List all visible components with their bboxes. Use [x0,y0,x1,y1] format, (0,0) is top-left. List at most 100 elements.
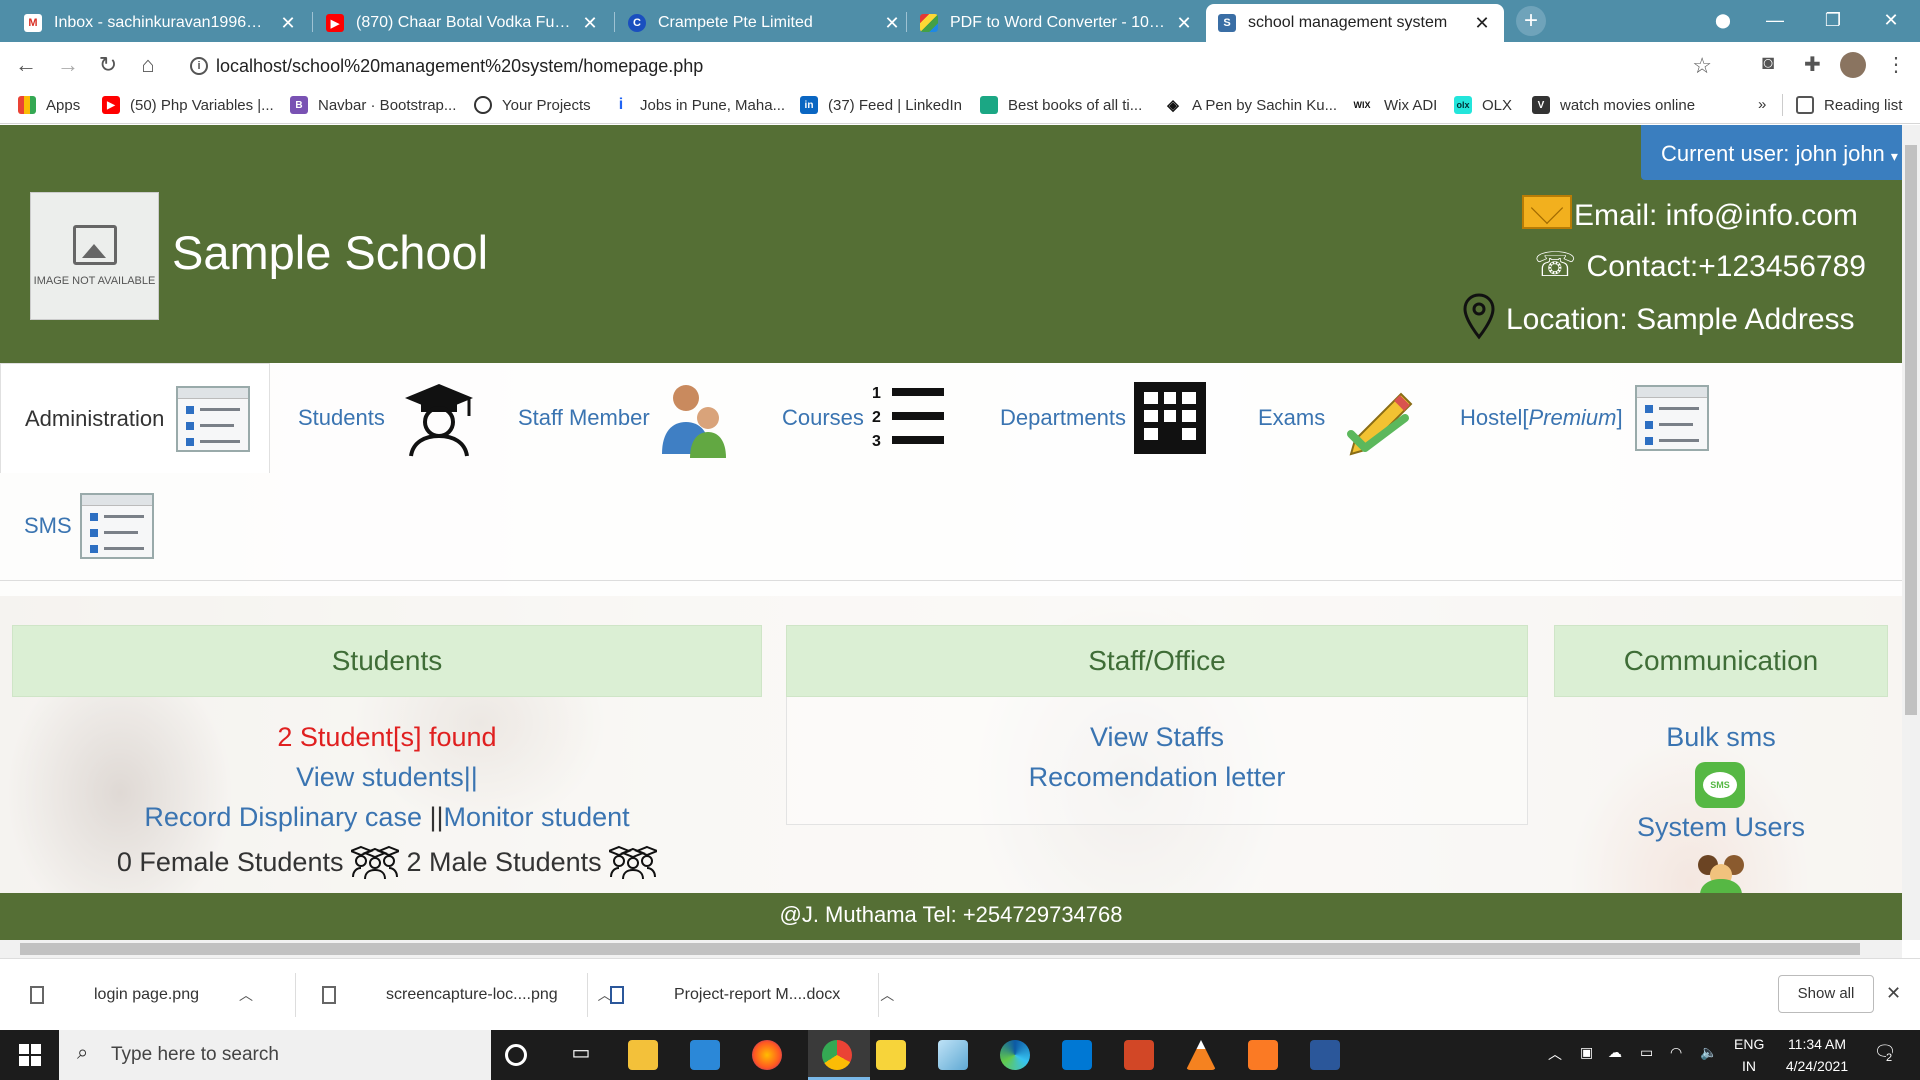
home-button[interactable]: ⌂ [132,50,164,80]
tab-pdf-converter[interactable]: PDF to Word Converter - 100% F ✕ [908,4,1206,42]
xampp-icon[interactable] [1248,1040,1278,1070]
taskbar-search-box[interactable]: ⌕ Type here to search [59,1030,491,1080]
bookmark-label: Apps [46,96,81,114]
youtube-icon: ▶ [326,14,344,32]
restore-button[interactable]: ❐ [1804,0,1862,40]
bookmark-label: OLX [1482,96,1513,114]
tab-search-icon[interactable]: ⬤ [1694,0,1752,40]
current-user-dropdown[interactable]: Current user: john john ▾ [1641,125,1902,180]
menu-hostel[interactable]: Hostel[Premium] [1460,377,1709,459]
close-window-button[interactable]: ✕ [1862,0,1920,40]
tab-gmail[interactable]: M Inbox - sachinkuravan1996@gma ✕ [12,4,310,42]
close-icon[interactable]: ✕ [1174,13,1194,34]
chevron-up-icon[interactable]: ︿ [239,985,253,1005]
minimize-button[interactable]: — [1746,0,1804,40]
vscode-icon[interactable] [1062,1040,1092,1070]
camera-icon[interactable]: ◙ [1762,52,1774,75]
close-icon[interactable]: ✕ [580,13,600,34]
bookmark-star-icon[interactable]: ☆ [1692,53,1712,79]
wifi-icon[interactable]: ◠ [1670,1044,1682,1061]
recommendation-letter-link[interactable]: Recomendation letter [786,762,1528,793]
list-icon [79,493,154,559]
menu-exams[interactable]: Exams [1258,377,1417,459]
menu-icon[interactable]: ⋮ [1886,52,1906,77]
monitor-student-link[interactable]: Monitor student [444,802,630,832]
bookmark-wix-adi[interactable]: WIX Wix ADI [1350,96,1437,114]
system-users-link[interactable]: System Users [1554,812,1888,843]
close-icon[interactable]: ✕ [882,13,902,34]
bookmark-best-books[interactable]: Best books of all ti... [980,96,1142,114]
onedrive-icon[interactable]: ☁ [1608,1044,1622,1061]
powerpoint-icon[interactable] [1124,1040,1154,1070]
vertical-scrollbar[interactable] [1902,125,1920,940]
sms-bubble-icon[interactable]: SMS [1695,762,1745,808]
show-all-downloads-button[interactable]: Show all [1778,975,1874,1013]
tab-school-management[interactable]: S school management system ✕ [1206,4,1504,42]
record-disciplinary-case-link[interactable]: Record Displinary case [144,802,422,832]
profile-avatar[interactable] [1840,52,1866,78]
mail-icon[interactable] [690,1040,720,1070]
extensions-icon[interactable]: ✚ [1804,52,1821,77]
volume-icon[interactable]: 🔈 [1700,1044,1717,1061]
more-bookmarks-button[interactable]: » [1758,96,1766,113]
bookmark-your-projects[interactable]: Your Projects [474,96,591,114]
download-item[interactable]: login page.png ︿ [0,975,253,1015]
battery-icon[interactable]: ▭ [1640,1044,1653,1061]
reload-button[interactable]: ↻ [92,50,124,80]
bookmark-codepen[interactable]: ◈ A Pen by Sachin Ku... [1164,96,1337,114]
site-info-icon[interactable]: i [190,57,208,75]
bookmark-php-variables[interactable]: ▶ (50) Php Variables |... [102,96,274,114]
menu-sms[interactable]: SMS [24,485,154,567]
download-item[interactable]: Project-report M....docx ︿ [580,975,894,1015]
bookmark-apps[interactable]: Apps [18,96,80,114]
notification-center-icon[interactable]: 🗨 2 [1870,1042,1900,1064]
bookmark-jobs-pune[interactable]: i Jobs in Pune, Maha... [612,96,785,114]
search-icon: ⌕ [77,1042,89,1064]
menu-staff-member[interactable]: Staff Member [518,377,736,459]
horizontal-scrollbar[interactable] [0,940,1902,958]
view-staffs-link[interactable]: View Staffs [786,722,1528,753]
tray-app-icon[interactable]: ▣ [1580,1044,1593,1061]
linkedin-icon: in [800,96,818,114]
close-icon[interactable]: ✕ [1472,13,1492,34]
app-icon[interactable] [938,1040,968,1070]
task-view-icon[interactable]: ▭ [566,1040,596,1070]
bookmark-olx[interactable]: olx OLX [1454,96,1512,114]
school-logo: IMAGE NOT AVAILABLE [30,192,159,320]
language-indicator[interactable]: ENG IN [1734,1036,1764,1074]
cortana-icon[interactable] [505,1044,527,1066]
firefox-icon[interactable] [752,1040,782,1070]
menu-students[interactable]: Students [298,377,479,459]
edge-icon[interactable] [1000,1040,1030,1070]
close-download-shelf-icon[interactable]: ✕ [1886,983,1901,1004]
menu-courses[interactable]: Courses 1 2 3 [782,377,948,459]
tray-chevron-up-icon[interactable]: ︿ [1548,1044,1562,1064]
tab-crampete[interactable]: C Crampete Pte Limited ✕ [616,4,914,42]
tab-youtube[interactable]: ▶ (870) Chaar Botal Vodka Full Son ✕ [314,4,612,42]
s-icon: S [1218,14,1236,32]
menu-label: Exams [1258,405,1326,430]
bookmark-watch-movies[interactable]: Vwatch movies online [1532,96,1695,114]
chevron-up-icon[interactable]: ︿ [880,985,894,1005]
forward-button[interactable]: → [52,50,84,80]
svg-text:1: 1 [872,385,881,402]
download-item[interactable]: screencapture-loc....png ︿ [292,975,612,1015]
word-icon[interactable] [1310,1040,1340,1070]
bookmark-navbar-bootstrap[interactable]: B Navbar · Bootstrap... [290,96,456,114]
close-icon[interactable]: ✕ [278,13,298,34]
reading-list-button[interactable]: Reading list [1796,96,1902,114]
bulk-sms-link[interactable]: Bulk sms [1554,722,1888,753]
new-tab-button[interactable]: + [1516,6,1546,36]
vlc-icon[interactable] [1186,1040,1216,1070]
chrome-icon[interactable] [822,1040,852,1070]
address-bar[interactable]: i localhost/school%20management%20system… [176,49,1716,83]
file-explorer-icon[interactable] [628,1040,658,1070]
bookmark-linkedin[interactable]: in (37) Feed | LinkedIn [800,96,962,114]
windows-start-icon[interactable] [19,1044,41,1066]
clock[interactable]: 11:34 AM 4/24/2021 [1774,1036,1860,1074]
sticky-notes-icon[interactable] [876,1040,906,1070]
view-students-link[interactable]: View students|| [12,762,762,793]
back-button[interactable]: ← [10,50,42,80]
menu-administration[interactable]: Administration [0,363,270,473]
menu-departments[interactable]: Departments [1000,377,1210,459]
